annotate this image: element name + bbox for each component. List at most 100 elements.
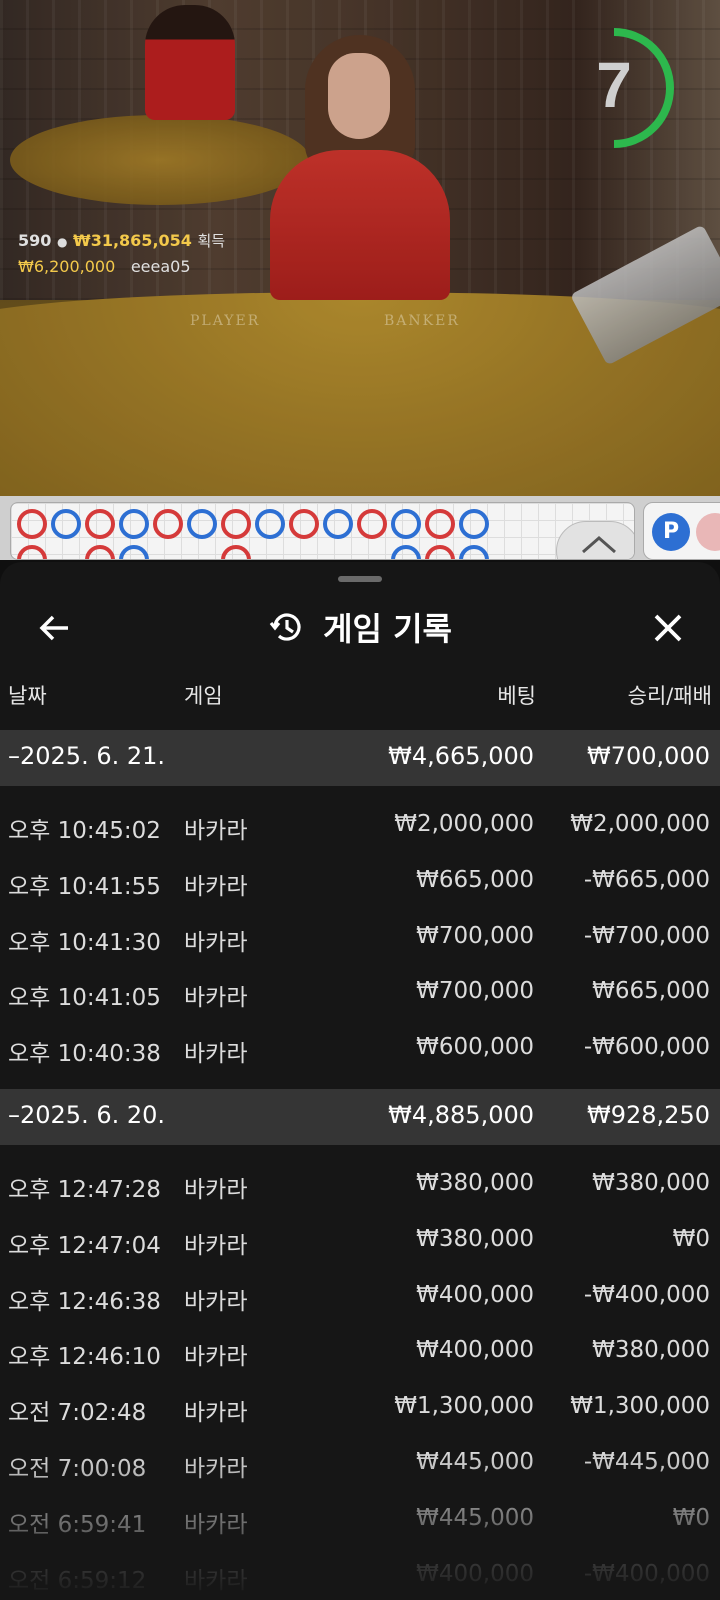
- row-bet: ₩1,300,000: [394, 1393, 534, 1420]
- player-ring: [51, 509, 81, 539]
- row-bet: ₩400,000: [416, 1281, 534, 1308]
- history-table-header: 날짜 게임 베팅 승리/패배: [0, 672, 720, 716]
- row-result: ₩0: [672, 1225, 710, 1252]
- last-win-amount: ₩6,200,000: [18, 257, 116, 276]
- column-header-win-loss: 승리/패배: [627, 684, 712, 708]
- person-icon: ●: [56, 235, 68, 249]
- row-result: ₩0: [672, 1504, 710, 1531]
- player-ring: [119, 509, 149, 539]
- date-group-row[interactable]: –2025. 6. 21. ₩4,665,000 ₩700,000: [0, 730, 720, 786]
- history-icon: [269, 613, 301, 641]
- history-row[interactable]: 오후 12:46:38 바카라 ₩400,000 -₩400,000: [0, 1269, 720, 1325]
- row-game: 바카라: [184, 985, 248, 1012]
- row-time: 오후 12:47:28: [8, 1176, 161, 1203]
- row-result: ₩380,000: [592, 1169, 710, 1196]
- row-game: 바카라: [184, 1455, 248, 1482]
- row-result: -₩600,000: [583, 1034, 710, 1061]
- banker-ring: [357, 509, 387, 539]
- history-row[interactable]: 오전 7:02:48 바카라 ₩1,300,000 ₩1,300,000: [0, 1380, 720, 1436]
- row-bet: ₩2,000,000: [394, 811, 534, 837]
- history-row[interactable]: 오후 12:46:10 바카라 ₩400,000 ₩380,000: [0, 1324, 720, 1380]
- row-result: ₩665,000: [592, 978, 710, 1005]
- live-video-feed: PLAYER BANKER 590 ● ₩31,865,054 획득 ₩6,20…: [0, 0, 720, 500]
- row-game: 바카라: [184, 873, 248, 900]
- history-row[interactable]: 오전 7:00:08 바카라 ₩445,000 -₩445,000: [0, 1436, 720, 1492]
- total-win-amount: ₩31,865,054: [73, 231, 192, 250]
- history-row[interactable]: 오후 12:47:28 바카라 ₩380,000 ₩380,000: [0, 1157, 720, 1213]
- date-group-row[interactable]: –2025. 6. 20. ₩4,885,000 ₩928,250: [0, 1088, 720, 1145]
- history-table-body: –2025. 6. 21. ₩4,665,000 ₩700,000 오후 10:…: [0, 730, 720, 1600]
- banker-ring: [153, 509, 183, 539]
- banker-prediction-button[interactable]: [696, 513, 720, 551]
- row-time: 오전 7:02:48: [8, 1400, 147, 1427]
- row-game: 바카라: [184, 1400, 248, 1427]
- banker-ring: [221, 545, 251, 559]
- row-bet: ₩380,000: [416, 1169, 534, 1196]
- banker-ring: [289, 509, 319, 539]
- history-row[interactable]: 오후 10:41:30 바카라 ₩700,000 -₩700,000: [0, 910, 720, 966]
- row-game: 바카라: [184, 1567, 248, 1594]
- player-ring: [459, 545, 489, 559]
- row-bet: ₩700,000: [416, 978, 534, 1005]
- row-result: ₩380,000: [592, 1337, 710, 1364]
- row-time: 오후 10:40:38: [8, 1041, 161, 1068]
- win-label: 획득: [197, 232, 226, 250]
- row-game: 바카라: [184, 1232, 248, 1259]
- player-ring: [187, 509, 217, 539]
- player-ring: [323, 509, 353, 539]
- row-time: 오후 12:47:04: [8, 1232, 161, 1259]
- row-bet: ₩700,000: [416, 922, 534, 949]
- column-header-date: 날짜: [8, 684, 47, 708]
- countdown-number: 7: [596, 49, 632, 121]
- player-ring: [391, 545, 421, 559]
- winners-ticker: 590 ● ₩31,865,054 획득 ₩6,200,000 eeea05: [18, 228, 225, 280]
- bead-road[interactable]: [10, 502, 635, 560]
- row-time: 오전 7:00:08: [8, 1455, 147, 1482]
- history-row[interactable]: 오후 12:47:04 바카라 ₩380,000 ₩0: [0, 1213, 720, 1269]
- row-time: 오전 6:59:41: [8, 1511, 147, 1538]
- countdown-timer: 7: [574, 26, 678, 156]
- row-bet: ₩445,000: [416, 1504, 534, 1531]
- row-time: 오후 12:46:10: [8, 1344, 161, 1371]
- row-result: -₩665,000: [583, 866, 710, 893]
- history-row[interactable]: 오전 6:59:12 바카라 ₩400,000 -₩400,000: [0, 1548, 720, 1600]
- row-game: 바카라: [184, 1344, 248, 1371]
- game-history-sheet: 게임 기록 날짜 게임 베팅 승리/패배 –2025. 6. 21. ₩4,66…: [0, 562, 720, 1600]
- row-bet: ₩665,000: [416, 866, 534, 893]
- column-header-game: 게임: [184, 684, 223, 708]
- row-result: -₩445,000: [583, 1448, 710, 1475]
- page-title: 게임 기록: [323, 610, 452, 648]
- prediction-panel[interactable]: P: [643, 502, 720, 560]
- close-button[interactable]: [648, 608, 688, 648]
- banker-ring: [17, 509, 47, 539]
- chevron-up-icon: [582, 536, 616, 554]
- player-ring: [459, 509, 489, 539]
- expand-roads-button[interactable]: [556, 521, 634, 559]
- close-icon: [654, 614, 682, 642]
- banker-ring: [221, 509, 251, 539]
- last-win-user: eeea05: [130, 257, 191, 276]
- banker-ring: [85, 545, 115, 559]
- player-prediction-button[interactable]: P: [652, 513, 690, 551]
- row-result: -₩700,000: [583, 922, 710, 949]
- group-date: –2025. 6. 21.: [8, 742, 166, 770]
- group-date: –2025. 6. 20.: [8, 1100, 166, 1129]
- row-time: 오후 12:46:38: [8, 1288, 161, 1315]
- group-bet-total: ₩4,885,000: [388, 1100, 534, 1129]
- banker-ring: [425, 545, 455, 559]
- row-game: 바카라: [184, 929, 248, 956]
- history-row[interactable]: 오후 10:40:38 바카라 ₩600,000 -₩600,000: [0, 1021, 720, 1077]
- banker-ring: [425, 509, 455, 539]
- history-row[interactable]: 오후 10:41:55 바카라 ₩665,000 -₩665,000: [0, 854, 720, 910]
- row-time: 오후 10:41:55: [8, 873, 161, 900]
- row-result: ₩2,000,000: [570, 811, 710, 837]
- row-time: 오후 10:41:30: [8, 929, 161, 956]
- group-win-total: ₩700,000: [587, 742, 710, 770]
- history-row[interactable]: 오후 10:41:05 바카라 ₩700,000 ₩665,000: [0, 965, 720, 1021]
- history-row[interactable]: 오후 10:45:02 바카라 ₩2,000,000 ₩2,000,000: [0, 798, 720, 854]
- scoreboard-strip[interactable]: P: [0, 496, 720, 560]
- group-win-total: ₩928,250: [587, 1100, 710, 1129]
- history-row[interactable]: 오전 6:59:41 바카라 ₩445,000 ₩0: [0, 1492, 720, 1548]
- player-ring: [255, 509, 285, 539]
- row-time: 오후 10:41:05: [8, 985, 161, 1012]
